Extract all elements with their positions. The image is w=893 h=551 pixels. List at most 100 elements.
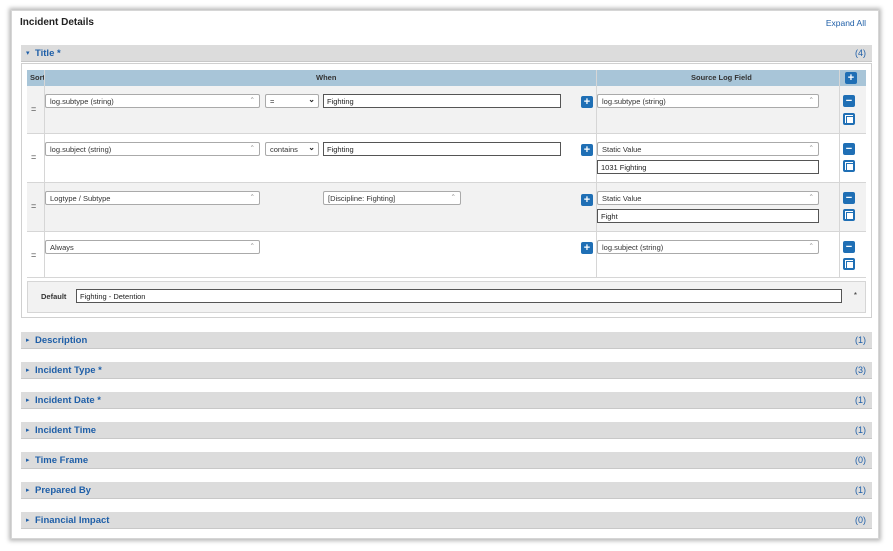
subtype-select[interactable]: [Discipline: Fighting] ⌃ [323,191,461,205]
section-label: Title * [35,48,61,59]
source-field-value: Static Value [602,145,642,154]
grid-header: Sort When Source Log Field + [27,70,866,86]
source-field-value: Static Value [602,194,642,203]
subtype-select-value: [Discipline: Fighting] [328,194,396,203]
section-count: (3) [855,365,866,375]
operator-select-value: = [270,97,275,106]
field-select[interactable]: log.subtype (string) ⌃ [45,94,260,108]
drag-handle-icon[interactable]: = [31,104,36,114]
rule-row: = Logtype / Subtype ⌃ [Discipline: Fight… [27,183,866,232]
column-divider [596,70,597,278]
chevron-down-icon: ⌄ [308,95,315,104]
section-label: Time Frame [35,455,89,466]
section-prepared-by[interactable]: ▸ Prepared By (1) [21,482,872,499]
section-incident-time[interactable]: ▸ Incident Time (1) [21,422,872,439]
static-value-input[interactable]: 1031 Fighting [597,160,819,174]
title-rules-panel: Sort When Source Log Field + = log.subty… [21,63,872,318]
remove-rule-minus-icon[interactable]: − [843,95,855,107]
chevron-down-icon: ⌃ [808,243,814,250]
default-row: Default Fighting - Detention * [27,281,866,313]
incident-details-panel: Incident Details Expand All ▾ Title * (4… [11,10,879,539]
section-label: Financial Impact [35,515,110,526]
section-count: (4) [855,48,866,58]
source-field-select[interactable]: Static Value ⌃ [597,142,819,156]
remove-rule-minus-icon[interactable]: − [843,241,855,253]
chevron-right-icon: ▸ [26,337,30,344]
default-label: Default [41,292,67,301]
field-select[interactable]: log.subject (string) ⌃ [45,142,260,156]
chevron-down-icon: ⌃ [450,194,456,201]
source-field-value: log.subject (string) [602,243,664,252]
operator-select[interactable]: = ⌄ [265,94,319,108]
section-title[interactable]: ▾ Title * (4) [21,45,872,62]
chevron-right-icon: ▸ [26,487,30,494]
chevron-right-icon: ▸ [26,397,30,404]
field-select-value: log.subject (string) [50,145,112,154]
operator-select-value: contains [270,145,298,154]
section-count: (1) [855,485,866,495]
chevron-down-icon: ⌃ [249,194,255,201]
value-input[interactable]: Fighting [323,142,561,156]
column-divider [839,70,840,278]
add-condition-plus-icon[interactable]: + [581,96,593,108]
section-count: (1) [855,335,866,345]
chevron-down-icon: ⌃ [808,194,814,201]
section-incident-type[interactable]: ▸ Incident Type * (3) [21,362,872,379]
col-when: When [316,73,337,82]
chevron-down-icon: ⌃ [249,243,255,250]
rule-row: = log.subtype (string) ⌃ = ⌄ Fighting + … [27,86,866,134]
rule-row: = Always ⌃ + log.subject (string) ⌃ − [27,232,866,278]
section-label: Prepared By [35,485,91,496]
chevron-right-icon: ▸ [26,427,30,434]
remove-rule-minus-icon[interactable]: − [843,143,855,155]
remove-rule-minus-icon[interactable]: − [843,192,855,204]
section-count: (1) [855,425,866,435]
expand-all-link[interactable]: Expand All [826,18,866,28]
operator-select[interactable]: contains ⌄ [265,142,319,156]
section-count: (0) [855,515,866,525]
field-select[interactable]: Logtype / Subtype ⌃ [45,191,260,205]
add-condition-plus-icon[interactable]: + [581,144,593,156]
chevron-down-icon: ⌃ [249,97,255,104]
chevron-down-icon: ⌄ [308,143,315,152]
section-time-frame[interactable]: ▸ Time Frame (0) [21,452,872,469]
section-description[interactable]: ▸ Description (1) [21,332,872,349]
chevron-down-icon: ⌃ [808,97,814,104]
col-sort: Sort [30,73,45,82]
field-select[interactable]: Always ⌃ [45,240,260,254]
copy-rule-icon[interactable] [843,209,855,221]
source-field-select[interactable]: log.subtype (string) ⌃ [597,94,819,108]
chevron-down-icon: ▾ [26,50,30,57]
col-source-log-field: Source Log Field [691,73,752,82]
add-condition-plus-icon[interactable]: + [581,194,593,206]
chevron-right-icon: ▸ [26,367,30,374]
rule-row: = log.subject (string) ⌃ contains ⌄ Figh… [27,134,866,183]
section-financial-impact[interactable]: ▸ Financial Impact (0) [21,512,872,529]
field-select-value: Always [50,243,74,252]
source-field-select[interactable]: log.subject (string) ⌃ [597,240,819,254]
value-input[interactable]: Fighting [323,94,561,108]
add-rule-plus-icon[interactable]: + [845,72,857,84]
section-label: Incident Date * [35,395,101,406]
section-incident-date[interactable]: ▸ Incident Date * (1) [21,392,872,409]
copy-rule-icon[interactable] [843,113,855,125]
copy-rule-icon[interactable] [843,258,855,270]
drag-handle-icon[interactable]: = [31,152,36,162]
required-marker: * [853,291,857,300]
default-value-input[interactable]: Fighting - Detention [76,289,842,303]
chevron-down-icon: ⌃ [249,145,255,152]
static-value-input[interactable]: Fight [597,209,819,223]
drag-handle-icon[interactable]: = [31,250,36,260]
section-label: Incident Time [35,425,97,436]
chevron-down-icon: ⌃ [808,145,814,152]
field-select-value: Logtype / Subtype [50,194,111,203]
chevron-right-icon: ▸ [26,457,30,464]
page-title: Incident Details [20,17,94,28]
copy-rule-icon[interactable] [843,160,855,172]
column-divider [44,70,45,278]
section-label: Incident Type * [35,365,102,376]
source-field-value: log.subtype (string) [602,97,666,106]
drag-handle-icon[interactable]: = [31,201,36,211]
add-condition-plus-icon[interactable]: + [581,242,593,254]
source-field-select[interactable]: Static Value ⌃ [597,191,819,205]
